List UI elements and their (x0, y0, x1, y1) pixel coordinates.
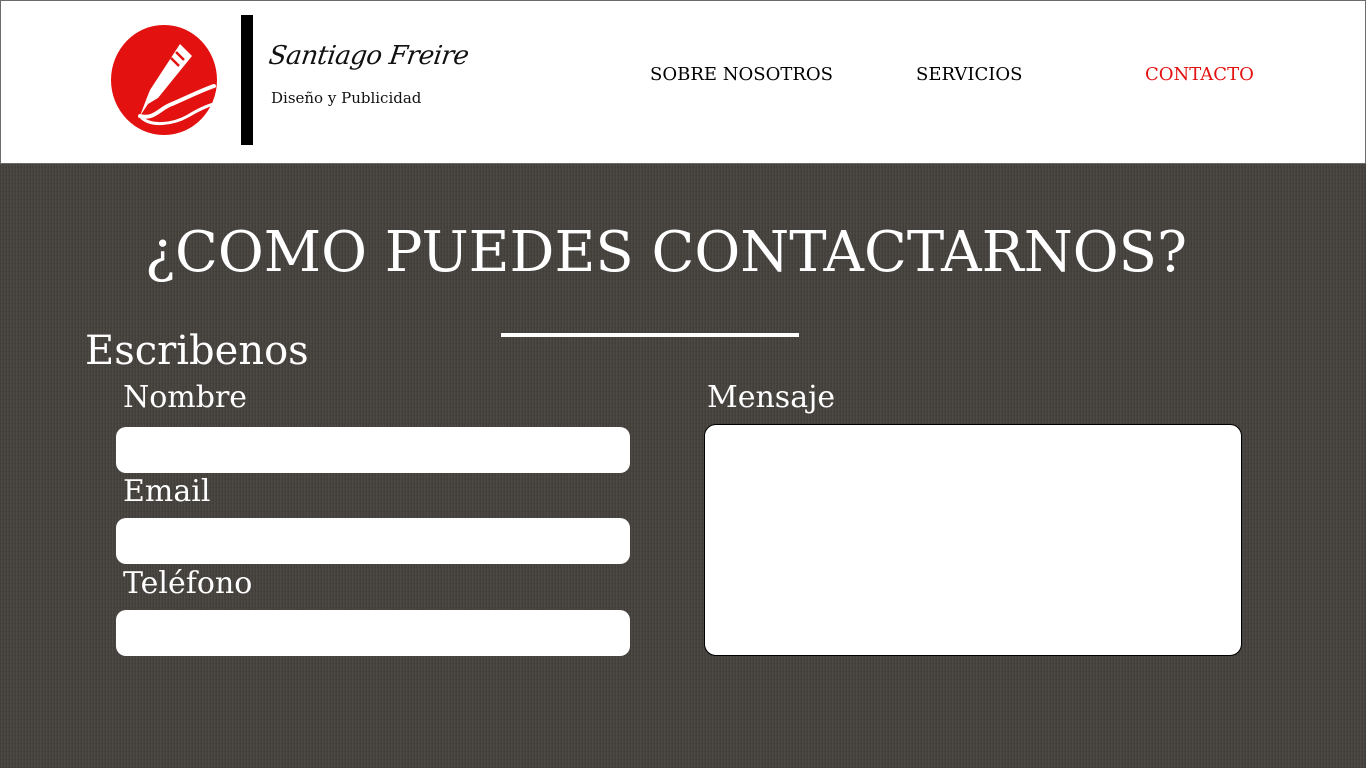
name-field[interactable] (116, 427, 630, 473)
page-title: ¿COMO PUEDES CONTACTARNOS? (144, 220, 1188, 285)
pen-nib-icon (111, 25, 217, 135)
logo-divider (241, 15, 253, 145)
site-header: Santiago Freire Diseño y Publicidad SOBR… (0, 0, 1366, 164)
brand-name: Santiago Freire (266, 41, 471, 71)
section-title: Escribenos (85, 328, 309, 374)
phone-label: Teléfono (123, 566, 253, 601)
email-field[interactable] (116, 518, 630, 564)
nav-item-about[interactable]: SOBRE NOSOTROS (650, 64, 833, 85)
logo[interactable] (110, 24, 218, 136)
message-field[interactable] (704, 424, 1242, 656)
name-label: Nombre (123, 380, 248, 415)
nav-item-contact[interactable]: CONTACTO (1145, 64, 1254, 85)
message-label: Mensaje (707, 380, 836, 415)
email-label: Email (123, 474, 211, 509)
nav-item-services[interactable]: SERVICIOS (916, 64, 1022, 85)
phone-field[interactable] (116, 610, 630, 656)
title-divider (501, 333, 799, 337)
brand-tagline: Diseño y Publicidad (271, 89, 422, 107)
